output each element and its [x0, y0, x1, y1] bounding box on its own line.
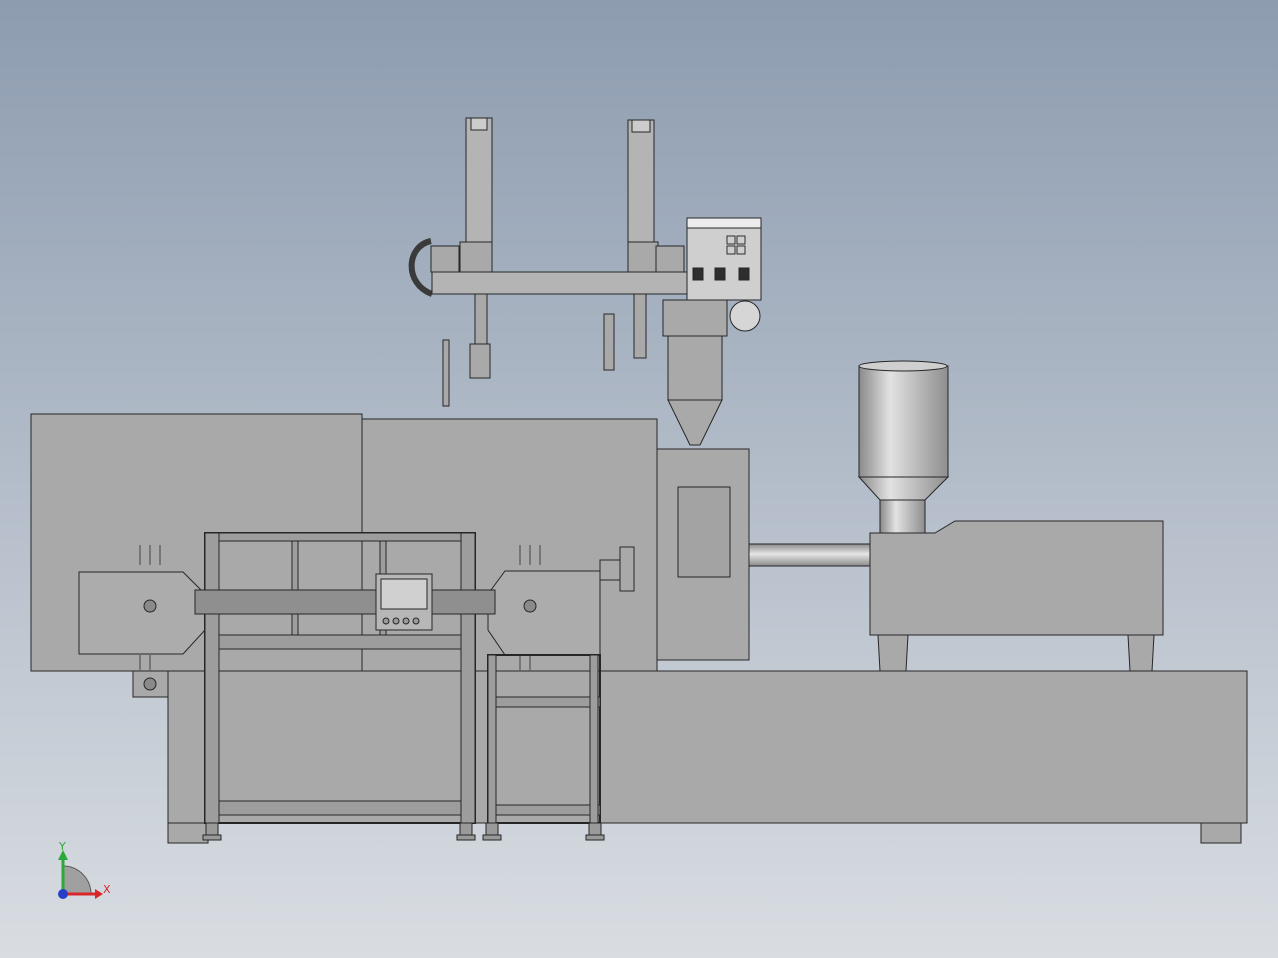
robot-drive-box-right: [655, 245, 685, 273]
robot-mount-post: [667, 335, 723, 401]
conveyor-plate-left: [78, 571, 206, 655]
robot-control-cabinet: [686, 217, 762, 301]
base-foot-left: [167, 822, 209, 844]
hopper-body: [858, 365, 949, 478]
frame-top-rail: [204, 532, 476, 542]
triad-x-label: X: [103, 883, 111, 896]
fixed-platen-window: [677, 486, 731, 578]
hopper-lid: [858, 360, 948, 372]
robot-drive-box-left: [430, 245, 460, 273]
robot-cabinet-lid: [686, 217, 762, 229]
robot-gripper-bar: [442, 339, 450, 407]
hopper-neck: [879, 499, 926, 534]
left-sprocket: [143, 599, 157, 613]
robot-column-left: [465, 117, 493, 243]
cad-viewport[interactable]: X Y: [0, 0, 1278, 958]
frame-post-inner-1: [291, 540, 299, 636]
machine-base: [167, 670, 1248, 824]
robot-column-left-cap: [470, 117, 488, 131]
robot-gripper-left: [469, 343, 491, 379]
robot-carriage-left: [459, 241, 493, 273]
triad-y-label: Y: [58, 840, 66, 853]
conveyor-plate-right: [487, 570, 601, 656]
frame-post-left: [204, 532, 220, 824]
robot-column-right-cap: [631, 119, 651, 133]
injection-barrel: [748, 543, 871, 567]
robot-valve: [729, 300, 761, 332]
frame-post-right: [460, 532, 476, 824]
robot-arm-middle: [603, 313, 615, 371]
triad-z-axis: [58, 889, 68, 899]
conveyor-belt: [194, 589, 496, 615]
robot-arm-right: [633, 293, 647, 359]
robot-traverse-beam: [431, 271, 688, 295]
right-frame-bottom: [487, 804, 601, 816]
injection-support-right: [1127, 634, 1155, 672]
control-panel-screen: [380, 578, 428, 610]
injection-support-left: [877, 634, 909, 672]
right-sprocket: [523, 599, 537, 613]
robot-cabinet-vents: [692, 267, 750, 281]
right-frame-shelf: [487, 696, 601, 708]
nozzle-bracket-plate: [619, 546, 635, 592]
robot-base-block: [662, 299, 728, 337]
injection-unit-housing: [869, 520, 1164, 636]
conveyor-motor-shaft: [143, 677, 157, 691]
frame-bottom-rail: [204, 800, 476, 816]
frame-mid-rail: [204, 634, 476, 650]
right-frame-post-left: [487, 654, 497, 824]
robot-carriage-right: [627, 241, 659, 273]
robot-arm-left: [474, 293, 488, 345]
base-foot-right: [1200, 822, 1242, 844]
robot-column-right: [627, 119, 655, 243]
right-frame-post-right: [589, 654, 599, 824]
